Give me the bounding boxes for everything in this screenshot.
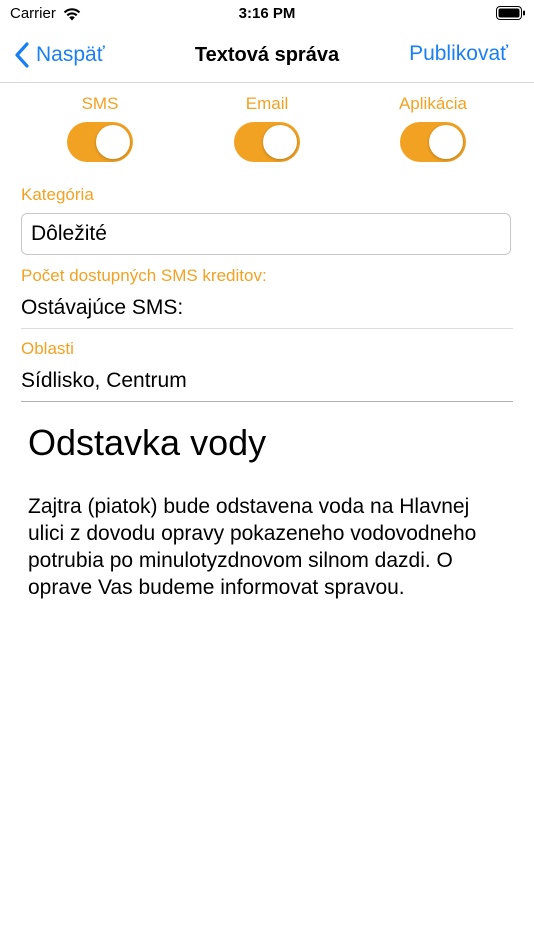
navigation-bar: Naspäť Textová správa Publikovať	[0, 30, 534, 83]
toggle-knob	[263, 125, 297, 159]
areas-label: Oblasti	[21, 339, 74, 358]
battery-icon	[496, 6, 525, 20]
category-field[interactable]: Dôležité	[21, 213, 511, 255]
sms-credits-label: Počet dostupných SMS kreditov:	[21, 266, 267, 285]
message-body: Zajtra (piatok) bude odstavena voda na H…	[28, 495, 477, 599]
email-toggle[interactable]	[234, 122, 300, 162]
status-time: 3:16 PM	[238, 5, 296, 22]
category-label: Kategória	[21, 185, 94, 204]
message-title: Odstavka vody	[28, 422, 267, 463]
divider	[21, 328, 513, 329]
divider	[21, 401, 513, 402]
app-toggle-label: Aplikácia	[398, 94, 468, 113]
status-bar: Carrier 3:16 PM	[0, 0, 534, 30]
sms-toggle-label: SMS	[81, 94, 119, 113]
email-toggle-label: Email	[245, 94, 289, 113]
app-toggle-group: Aplikácia	[378, 94, 488, 162]
publish-button[interactable]: Publikovať	[409, 42, 508, 66]
toggle-knob	[429, 125, 463, 159]
sms-toggle-group: SMS	[45, 94, 155, 162]
email-toggle-group: Email	[212, 94, 322, 162]
toggle-knob	[96, 125, 130, 159]
areas-value[interactable]: Sídlisko, Centrum	[21, 369, 187, 393]
sms-toggle[interactable]	[67, 122, 133, 162]
remaining-sms-text: Ostávajúce SMS:	[21, 296, 184, 319]
app-toggle[interactable]	[400, 122, 466, 162]
